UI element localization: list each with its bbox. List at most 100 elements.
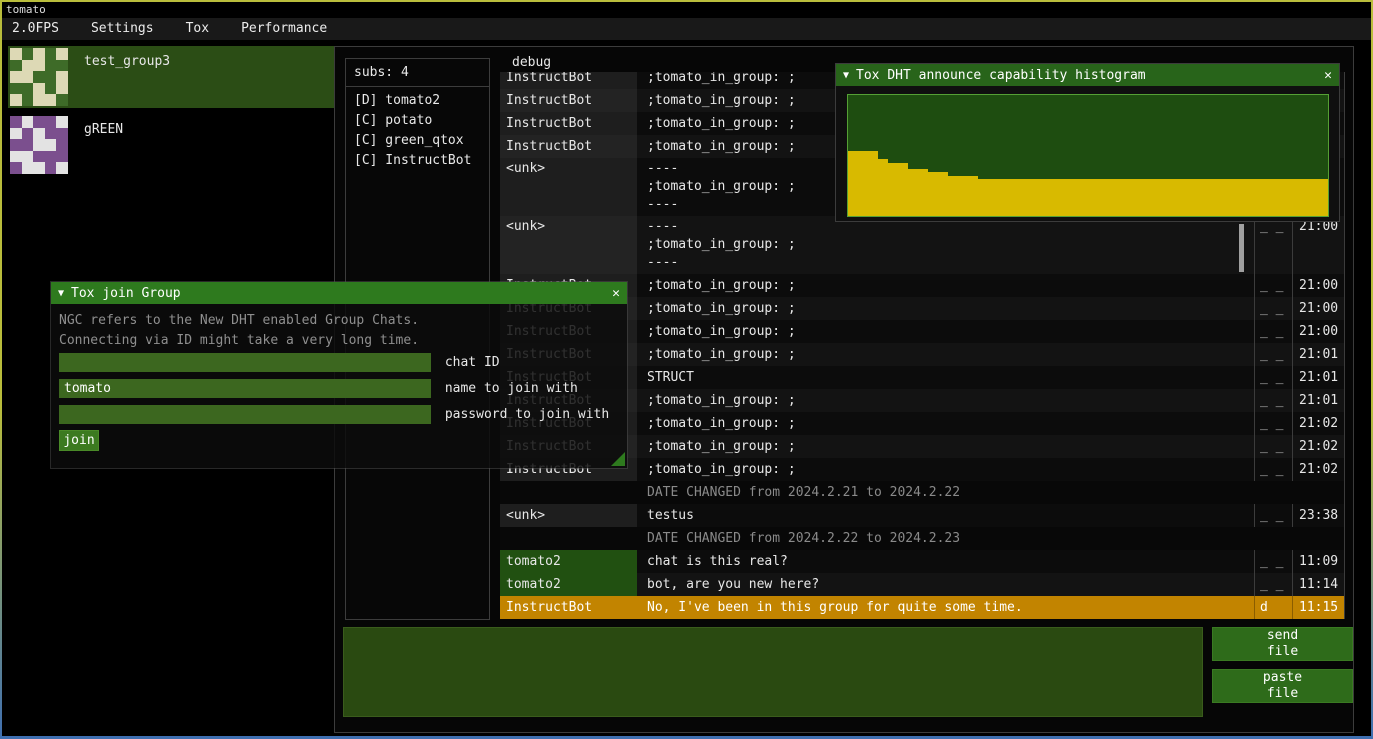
avatar-pixel xyxy=(33,60,45,72)
histogram-bar xyxy=(1078,179,1088,217)
histogram-bar xyxy=(1108,179,1118,217)
histogram-bar xyxy=(928,172,938,216)
avatar-pixel xyxy=(22,162,34,174)
histogram-bar xyxy=(1238,179,1248,217)
histogram-bar xyxy=(1278,179,1288,217)
message-text: ;tomato_in_group: ; xyxy=(637,320,1254,343)
avatar-pixel xyxy=(10,128,22,140)
message-time: 21:02 xyxy=(1292,458,1344,481)
avatar-pixel xyxy=(33,139,45,151)
histogram-bar xyxy=(1018,179,1028,217)
message-time: 21:00 xyxy=(1292,320,1344,343)
histogram-title: Tox DHT announce capability histogram xyxy=(856,68,1316,83)
message-time: 21:01 xyxy=(1292,366,1344,389)
window-title: tomato xyxy=(6,3,46,16)
histogram-bar xyxy=(1288,179,1298,217)
join-password-input[interactable] xyxy=(59,405,431,424)
avatar-pixel xyxy=(22,94,34,106)
avatar-pixel xyxy=(45,116,57,128)
message-row[interactable]: InstructBotNo, I've been in this group f… xyxy=(500,596,1344,619)
avatar-pixel xyxy=(56,151,68,163)
message-author: InstructBot xyxy=(500,72,637,89)
chat-id-label: chat ID xyxy=(445,353,500,372)
resize-grip-icon[interactable] xyxy=(611,452,625,466)
histogram-bar xyxy=(868,151,878,216)
avatar-pixel xyxy=(33,128,45,140)
avatar-pixel xyxy=(10,139,22,151)
message-time: 11:14 xyxy=(1292,573,1344,596)
join-note-line1: NGC refers to the New DHT enabled Group … xyxy=(59,313,419,329)
collapse-arrow-icon[interactable]: ▼ xyxy=(843,70,849,81)
menu-item-tox[interactable]: Tox xyxy=(176,18,219,40)
join-name-input[interactable] xyxy=(59,379,431,398)
join-group-body: NGC refers to the New DHT enabled Group … xyxy=(51,304,627,468)
join-group-window: ▼ Tox join Group ✕ NGC refers to the New… xyxy=(50,281,628,469)
message-time: 21:02 xyxy=(1292,435,1344,458)
avatar-pixel xyxy=(56,162,68,174)
message-text: No, I've been in this group for quite so… xyxy=(637,596,1254,619)
join-name-label: name to join with xyxy=(445,379,578,398)
message-status: _ _ xyxy=(1254,389,1292,412)
histogram-bar xyxy=(1048,179,1058,217)
avatar-pixel xyxy=(45,139,57,151)
avatar-pixel xyxy=(33,151,45,163)
member-item[interactable]: [D] tomato2 xyxy=(354,91,481,111)
message-status: _ _ xyxy=(1254,435,1292,458)
message-status: _ _ xyxy=(1254,573,1292,596)
avatar-pixel xyxy=(56,116,68,128)
histogram-bar xyxy=(1038,179,1048,217)
join-name-row: name to join with xyxy=(59,379,578,398)
message-author: <unk> xyxy=(500,158,637,216)
message-time: 11:09 xyxy=(1292,550,1344,573)
histogram-bar xyxy=(1208,179,1218,217)
menu-item-performance[interactable]: Performance xyxy=(231,18,337,40)
collapse-arrow-icon[interactable]: ▼ xyxy=(58,288,64,299)
message-author: InstructBot xyxy=(500,89,637,112)
message-text: ;tomato_in_group: ; xyxy=(637,274,1254,297)
histogram-bar xyxy=(878,159,888,216)
join-note-line2: Connecting via ID might take a very long… xyxy=(59,333,419,349)
member-item[interactable]: [C] potato xyxy=(354,111,481,131)
histogram-bar xyxy=(1198,179,1208,217)
chat-debug-header[interactable]: debug xyxy=(512,55,551,70)
message-status: _ _ xyxy=(1254,274,1292,297)
message-time: 21:00 xyxy=(1292,216,1344,274)
chat-scrollbar-thumb[interactable] xyxy=(1239,224,1244,272)
group-avatar-icon xyxy=(10,116,68,174)
join-password-row: password to join with xyxy=(59,405,609,424)
message-row[interactable]: <unk>---- ;tomato_in_group: ; ----_ _21:… xyxy=(500,216,1344,274)
avatar-pixel xyxy=(10,48,22,60)
member-item[interactable]: [C] green_qtox xyxy=(354,131,481,151)
avatar-pixel xyxy=(45,128,57,140)
message-author: tomato2 xyxy=(500,573,637,596)
message-status: _ _ xyxy=(1254,216,1292,274)
message-row[interactable]: <unk>testus_ _23:38 xyxy=(500,504,1344,527)
group-name: test_group3 xyxy=(84,54,170,70)
chat-id-input[interactable] xyxy=(59,353,431,372)
paste-file-button[interactable]: paste file xyxy=(1212,669,1353,703)
fps-counter: 2.0FPS xyxy=(2,18,69,40)
avatar-pixel xyxy=(33,71,45,83)
close-icon[interactable]: ✕ xyxy=(1316,68,1332,83)
dht-histogram-window: ▼ Tox DHT announce capability histogram … xyxy=(835,63,1340,222)
avatar-pixel xyxy=(22,71,34,83)
histogram-bar xyxy=(1148,179,1158,217)
message-row[interactable]: tomato2chat is this real?_ _11:09 xyxy=(500,550,1344,573)
group-item-test_group3[interactable]: test_group3 xyxy=(8,46,346,108)
avatar-pixel xyxy=(33,83,45,95)
histogram-bar xyxy=(988,179,998,217)
message-time: 11:15 xyxy=(1292,596,1344,619)
avatar-pixel xyxy=(33,116,45,128)
join-button[interactable]: join xyxy=(59,430,99,451)
group-item-gREEN[interactable]: gREEN xyxy=(8,114,346,176)
message-time: 21:01 xyxy=(1292,343,1344,366)
message-status: _ _ xyxy=(1254,412,1292,435)
menu-item-settings[interactable]: Settings xyxy=(81,18,164,40)
message-input[interactable] xyxy=(343,627,1203,717)
send-file-button[interactable]: send file xyxy=(1212,627,1353,661)
close-icon[interactable]: ✕ xyxy=(604,286,620,301)
message-row[interactable]: tomato2bot, are you new here?_ _11:14 xyxy=(500,573,1344,596)
histogram-bar xyxy=(858,151,868,216)
member-item[interactable]: [C] InstructBot xyxy=(354,151,481,171)
avatar-pixel xyxy=(10,60,22,72)
